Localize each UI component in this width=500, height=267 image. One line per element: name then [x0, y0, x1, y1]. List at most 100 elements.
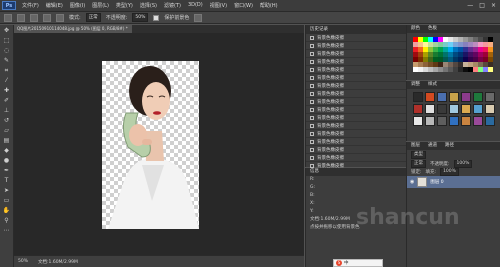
history-item[interactable]: 背景色橡皮擦 — [306, 106, 406, 114]
tolerance-field[interactable]: 50% — [132, 13, 149, 22]
tab-channels[interactable]: 通道 — [428, 142, 437, 150]
move-tool-icon[interactable]: ✥ — [2, 27, 11, 35]
style-tile[interactable] — [413, 92, 423, 102]
tab-color[interactable]: 颜色 — [411, 25, 420, 33]
menu-type[interactable]: 类型(Y) — [116, 2, 133, 9]
ime-toolbar[interactable]: S 中 — [333, 259, 383, 267]
menu-help[interactable]: 帮助(H) — [260, 2, 278, 9]
history-panel-title[interactable]: 历史记录 — [306, 25, 406, 34]
info-panel-title[interactable]: 信息 — [306, 168, 406, 176]
brush-tool-icon[interactable]: ✐ — [2, 97, 11, 105]
menu-edit[interactable]: 编辑(E) — [46, 2, 63, 9]
history-item[interactable]: 背景色橡皮擦 — [306, 98, 406, 106]
history-item[interactable]: 背景色橡皮擦 — [306, 154, 406, 162]
pressure-icon[interactable] — [194, 13, 203, 22]
style-tile[interactable] — [449, 92, 459, 102]
style-tile[interactable] — [425, 104, 435, 114]
tab-paths[interactable]: 路径 — [445, 142, 454, 150]
history-item[interactable]: 背景色橡皮擦 — [306, 42, 406, 50]
type-tool-icon[interactable]: T — [2, 177, 11, 185]
tab-styles[interactable]: 样式 — [428, 81, 437, 89]
style-tile[interactable] — [449, 116, 459, 126]
style-tile[interactable] — [449, 104, 459, 114]
style-tile[interactable] — [461, 116, 471, 126]
shape-tool-icon[interactable]: ▭ — [2, 197, 11, 205]
style-tile[interactable] — [425, 92, 435, 102]
history-item[interactable]: 背景色橡皮擦 — [306, 58, 406, 66]
quick-select-tool-icon[interactable]: ✎ — [2, 57, 11, 65]
style-tile[interactable] — [485, 116, 495, 126]
menu-window[interactable]: 窗口(W) — [234, 2, 253, 9]
menu-filter[interactable]: 滤镜(T) — [164, 2, 181, 9]
history-item[interactable]: 背景色橡皮擦 — [306, 50, 406, 58]
style-tile[interactable] — [473, 116, 483, 126]
minimize-button[interactable]: — — [467, 2, 473, 9]
style-tile[interactable] — [413, 104, 423, 114]
history-item[interactable]: 背景色橡皮擦 — [306, 138, 406, 146]
color-swatch[interactable] — [488, 67, 493, 72]
menu-file[interactable]: 文件(F) — [22, 2, 39, 9]
blur-tool-icon[interactable]: ◆ — [2, 147, 11, 155]
gradient-tool-icon[interactable]: ▤ — [2, 137, 11, 145]
menu-layer[interactable]: 图层(L) — [92, 2, 109, 9]
more-tools-icon[interactable]: ⋯ — [2, 227, 11, 235]
path-select-tool-icon[interactable]: ➤ — [2, 187, 11, 195]
close-button[interactable]: × — [491, 2, 496, 9]
menu-3d[interactable]: 3D(D) — [188, 2, 203, 9]
document-image[interactable] — [102, 61, 199, 229]
style-tile[interactable] — [413, 116, 423, 126]
eyedropper-tool-icon[interactable]: ⁄ — [2, 77, 11, 85]
menu-select[interactable]: 选择(S) — [140, 2, 157, 9]
history-item[interactable]: 背景色橡皮擦 — [306, 90, 406, 98]
sampling-once-icon[interactable] — [43, 13, 51, 22]
style-tile[interactable] — [473, 104, 483, 114]
layer-kind-filter[interactable]: 类型 — [411, 150, 426, 159]
style-tile[interactable] — [425, 116, 435, 126]
style-tile[interactable] — [461, 92, 471, 102]
stamp-tool-icon[interactable]: ⊥ — [2, 107, 11, 115]
history-item[interactable]: 背景色橡皮擦 — [306, 34, 406, 42]
fill-field[interactable]: 100% — [440, 167, 459, 176]
history-brush-icon[interactable]: ↺ — [2, 117, 11, 125]
history-item[interactable]: 背景色橡皮擦 — [306, 130, 406, 138]
healing-tool-icon[interactable]: ✚ — [2, 87, 11, 95]
maximize-button[interactable]: □ — [479, 2, 485, 9]
document-tab[interactable]: QQ图片20150910114048.jpg @ 50% (图层 0, RGB/… — [14, 25, 132, 33]
marquee-tool-icon[interactable]: ⬚ — [2, 37, 11, 45]
style-tile[interactable] — [461, 104, 471, 114]
tab-layers[interactable]: 图层 — [411, 142, 420, 150]
sampling-continuous-icon[interactable] — [30, 13, 38, 22]
tab-swatches[interactable]: 色板 — [428, 25, 437, 33]
style-tile[interactable] — [437, 104, 447, 114]
pen-tool-icon[interactable]: ✒ — [2, 167, 11, 175]
zoom-level[interactable]: 50% — [18, 259, 28, 264]
style-tile[interactable] — [473, 92, 483, 102]
brush-size-icon[interactable] — [17, 13, 25, 22]
style-tile[interactable] — [437, 92, 447, 102]
eye-icon[interactable]: ◉ — [410, 179, 414, 185]
ime-mode-label[interactable]: 中 — [344, 260, 349, 266]
history-item[interactable]: 背景色橡皮擦 — [306, 114, 406, 122]
limits-dropdown[interactable]: 正常 — [85, 13, 101, 22]
style-tile[interactable] — [437, 116, 447, 126]
menu-image[interactable]: 图像(I) — [70, 2, 85, 9]
menu-view[interactable]: 视图(V) — [210, 2, 227, 9]
history-item[interactable]: 背景色橡皮擦 — [306, 122, 406, 130]
hand-tool-icon[interactable]: ✋ — [2, 207, 11, 215]
tab-adjustments[interactable]: 调整 — [411, 81, 420, 89]
crop-tool-icon[interactable]: ⌗ — [2, 67, 11, 75]
sampling-swatch-icon[interactable] — [56, 13, 64, 22]
style-tile[interactable] — [485, 92, 495, 102]
history-item[interactable]: 背景色橡皮擦 — [306, 82, 406, 90]
zoom-tool-icon[interactable]: ⚲ — [2, 217, 11, 225]
history-item[interactable]: 背景色橡皮擦 — [306, 146, 406, 154]
layer-row[interactable]: ◉ 图层 0 — [407, 176, 500, 188]
dodge-tool-icon[interactable]: ● — [2, 157, 11, 165]
eraser-tool-preset-icon[interactable] — [4, 13, 12, 22]
protect-foreground-checkbox[interactable] — [153, 14, 160, 21]
lasso-tool-icon[interactable]: ◌ — [2, 47, 11, 55]
style-tile[interactable] — [485, 104, 495, 114]
eraser-tool-icon[interactable]: ▱ — [2, 127, 11, 135]
history-item[interactable]: 背景色橡皮擦 — [306, 74, 406, 82]
history-item[interactable]: 背景色橡皮擦 — [306, 66, 406, 74]
